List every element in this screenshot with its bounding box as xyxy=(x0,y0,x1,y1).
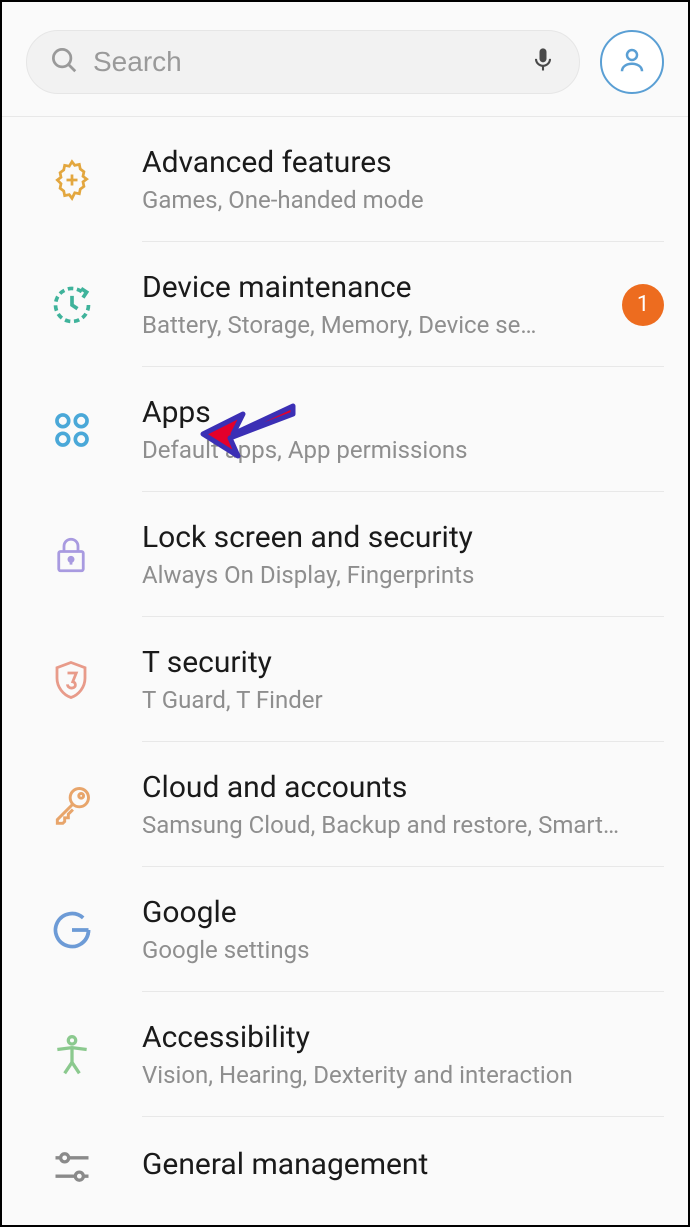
item-advanced-features[interactable]: Advanced features Games, One-handed mode xyxy=(2,117,688,242)
device-maintenance-icon xyxy=(26,283,142,327)
item-cloud-accounts[interactable]: Cloud and accounts Samsung Cloud, Backup… xyxy=(2,742,688,867)
lock-icon xyxy=(26,534,142,576)
item-accessibility[interactable]: Accessibility Vision, Hearing, Dexterity… xyxy=(2,992,688,1117)
shield-icon xyxy=(26,659,142,701)
item-title: General management xyxy=(142,1147,664,1182)
item-title: Google xyxy=(142,895,664,930)
item-subtitle: Battery, Storage, Memory, Device se… xyxy=(142,311,610,339)
apps-icon xyxy=(26,408,142,452)
item-subtitle: Default apps, App permissions xyxy=(142,436,664,464)
item-general-management[interactable]: General management xyxy=(2,1117,688,1217)
item-title: Accessibility xyxy=(142,1020,664,1055)
item-subtitle: Google settings xyxy=(142,936,664,964)
key-icon xyxy=(26,783,142,827)
advanced-features-icon xyxy=(26,158,142,202)
item-lock-screen-security[interactable]: Lock screen and security Always On Displ… xyxy=(2,492,688,617)
item-device-maintenance[interactable]: Device maintenance Battery, Storage, Mem… xyxy=(2,242,688,367)
item-subtitle: Vision, Hearing, Dexterity and interacti… xyxy=(142,1061,664,1089)
item-title: Advanced features xyxy=(142,145,664,180)
item-subtitle: Samsung Cloud, Backup and restore, Smart… xyxy=(142,811,664,839)
search-input[interactable] xyxy=(93,46,515,78)
google-icon xyxy=(26,908,142,952)
accessibility-icon xyxy=(26,1033,142,1077)
item-title: T security xyxy=(142,645,664,680)
notification-badge: 1 xyxy=(622,284,664,326)
item-google[interactable]: Google Google settings xyxy=(2,867,688,992)
item-t-security[interactable]: T security T Guard, T Finder xyxy=(2,617,688,742)
search-bar[interactable] xyxy=(26,30,580,94)
profile-button[interactable] xyxy=(600,30,664,94)
search-icon xyxy=(49,45,79,79)
mic-icon[interactable] xyxy=(529,44,557,80)
item-subtitle: Games, One-handed mode xyxy=(142,186,664,214)
settings-list: Advanced features Games, One-handed mode… xyxy=(2,117,688,1217)
sliders-icon xyxy=(26,1145,142,1189)
item-apps[interactable]: Apps Default apps, App permissions xyxy=(2,367,688,492)
header xyxy=(2,2,688,117)
item-subtitle: T Guard, T Finder xyxy=(142,686,664,714)
item-subtitle: Always On Display, Fingerprints xyxy=(142,561,664,589)
item-title: Device maintenance xyxy=(142,270,610,305)
profile-icon xyxy=(617,45,647,79)
item-title: Apps xyxy=(142,395,664,430)
item-title: Cloud and accounts xyxy=(142,770,664,805)
item-title: Lock screen and security xyxy=(142,520,664,555)
settings-screen: Advanced features Games, One-handed mode… xyxy=(0,0,690,1227)
